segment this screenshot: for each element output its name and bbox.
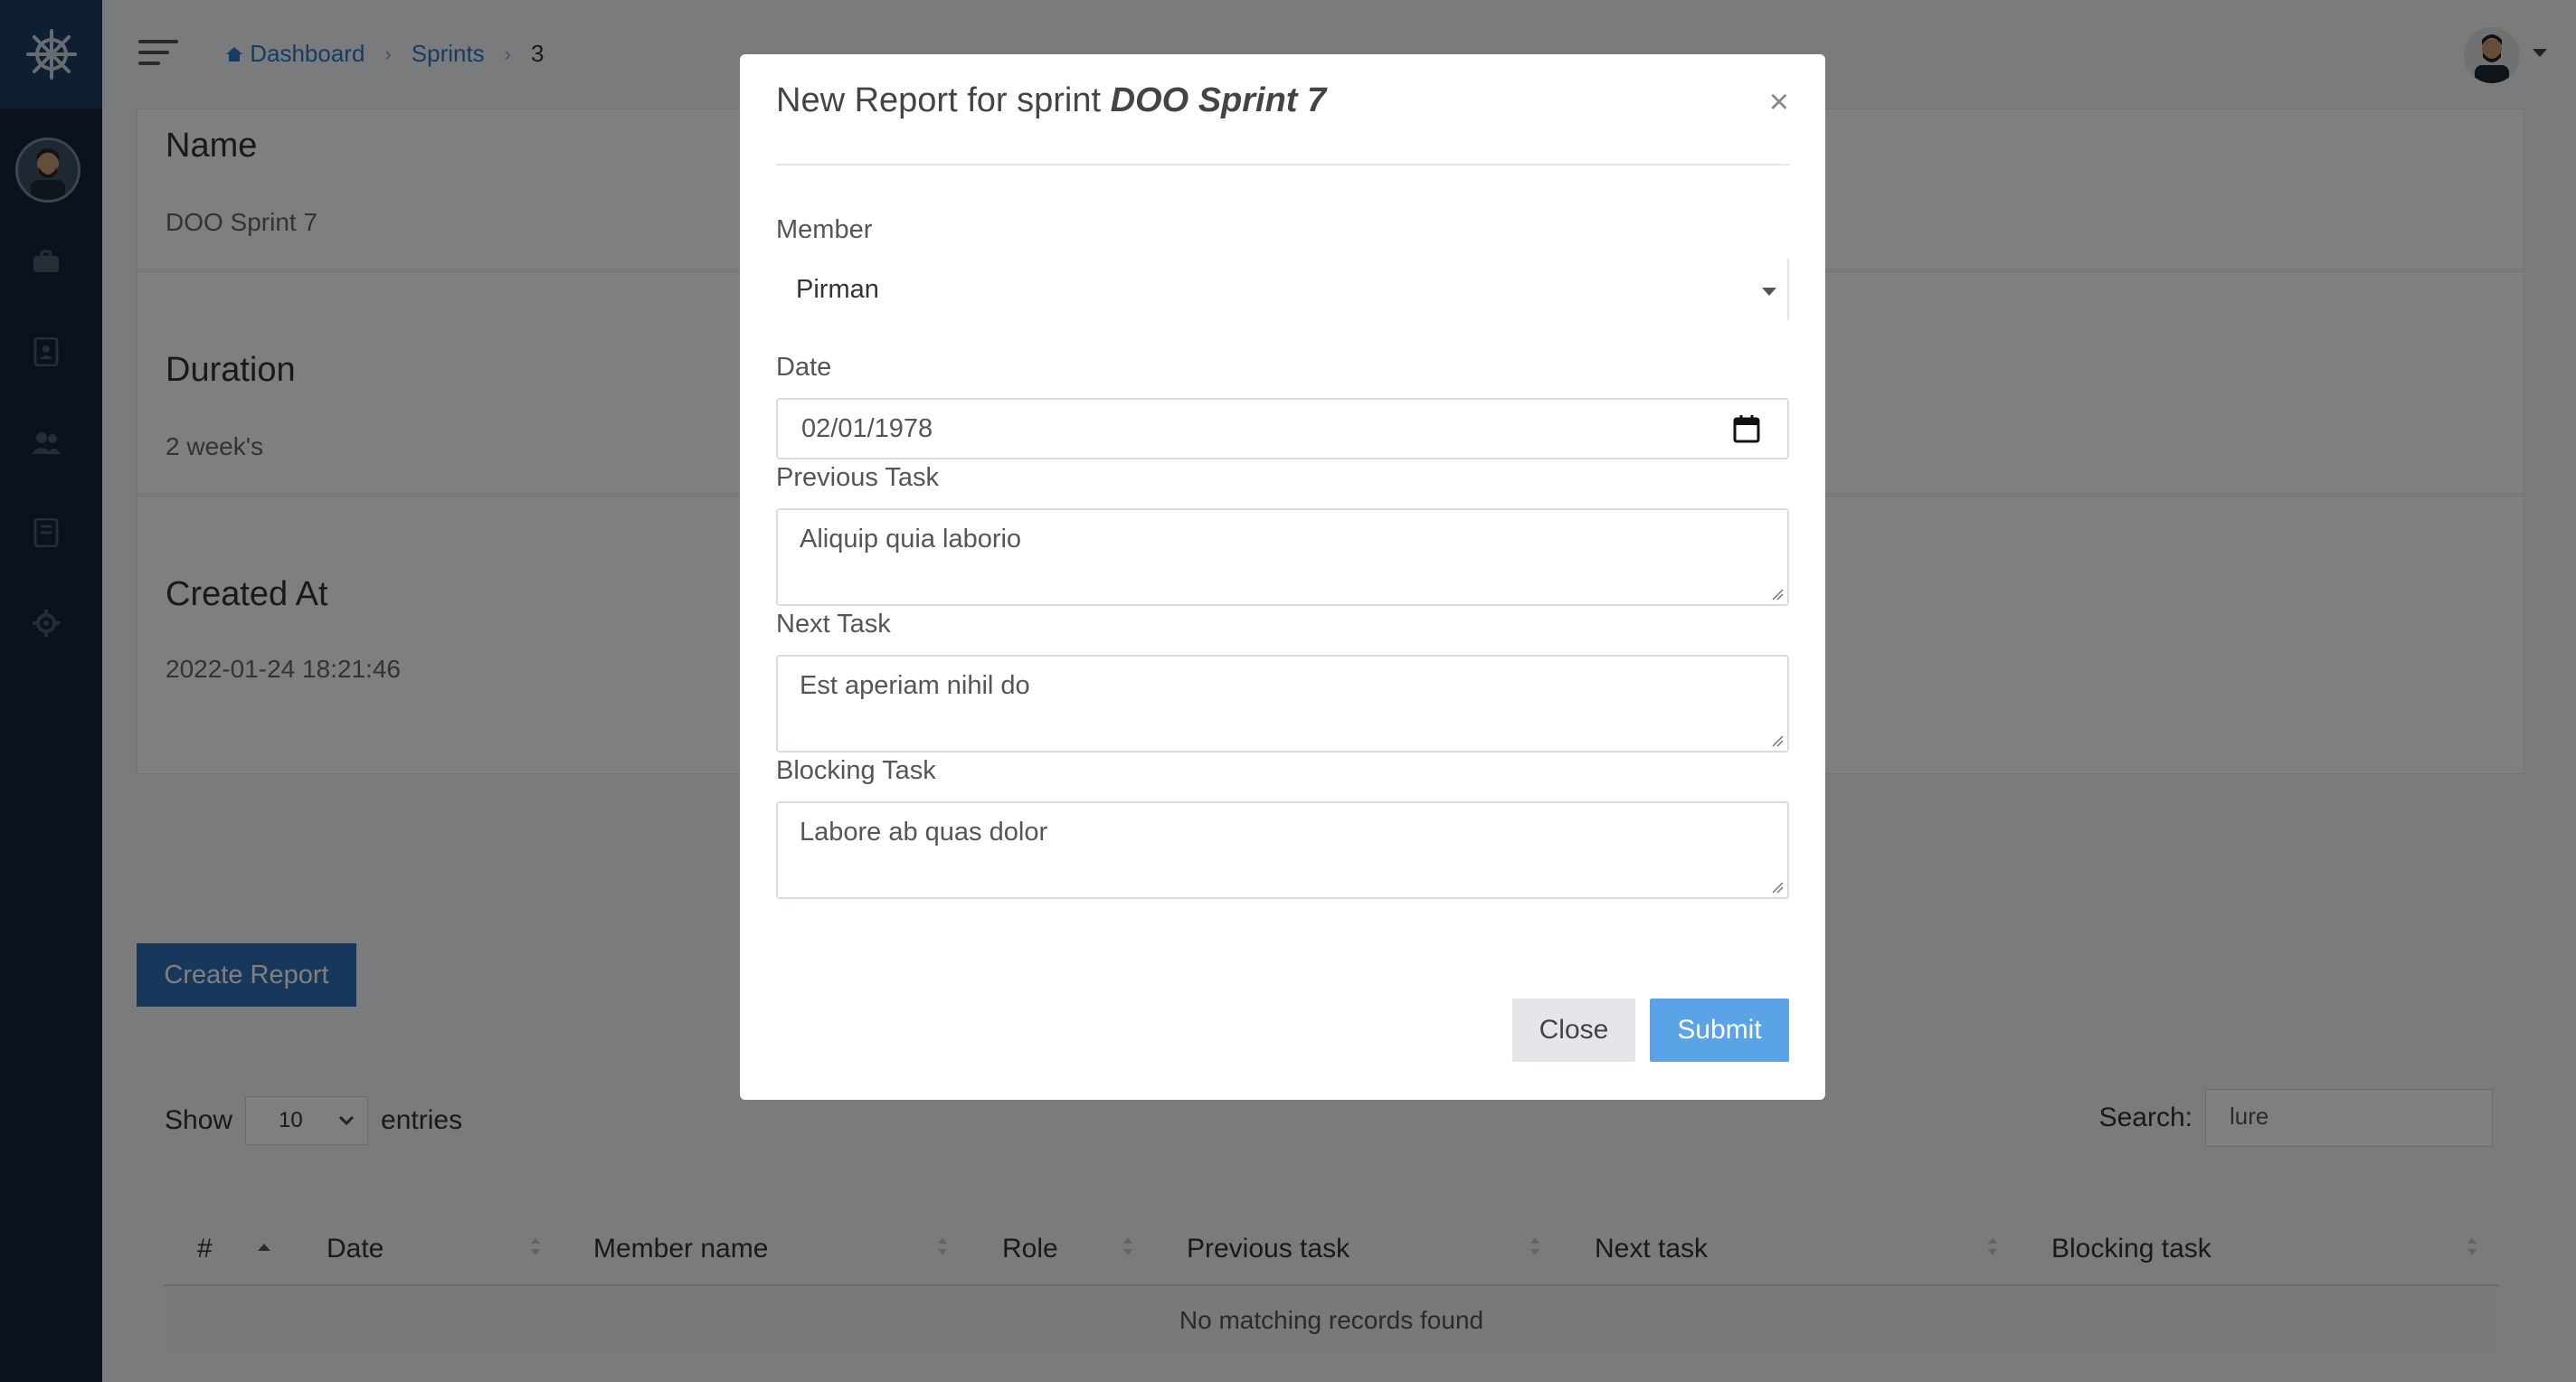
previous-task-label: Previous Task xyxy=(776,463,939,492)
modal-title-sprint: DOO Sprint 7 xyxy=(1110,81,1327,119)
resize-grip-icon[interactable] xyxy=(1771,881,1784,894)
close-button[interactable]: Close xyxy=(1512,999,1635,1062)
blocking-task-label: Blocking Task xyxy=(776,756,936,785)
submit-button[interactable]: Submit xyxy=(1650,999,1789,1062)
next-task-textarea[interactable]: Est aperiam nihil do xyxy=(776,655,1789,753)
blocking-task-textarea[interactable]: Labore ab quas dolor xyxy=(776,801,1789,899)
resize-grip-icon[interactable] xyxy=(1771,734,1784,747)
previous-task-value: Aliquip quia laborio xyxy=(800,525,1022,554)
modal-title-prefix: New Report for sprint xyxy=(776,81,1102,119)
date-input[interactable]: 02/01/1978 xyxy=(776,398,1789,459)
member-select[interactable]: Pirman xyxy=(776,259,1789,320)
resize-grip-icon[interactable] xyxy=(1771,588,1784,601)
blocking-task-value: Labore ab quas dolor xyxy=(800,818,1048,847)
modal-title: New Report for sprint DOO Sprint 7 xyxy=(776,81,1326,120)
close-icon[interactable]: × xyxy=(1769,85,1789,119)
next-task-label: Next Task xyxy=(776,610,891,639)
date-value: 02/01/1978 xyxy=(801,414,933,443)
previous-task-textarea[interactable]: Aliquip quia laborio xyxy=(776,508,1789,606)
caret-down-icon xyxy=(1762,288,1776,296)
member-value: Pirman xyxy=(796,275,879,304)
modal-divider xyxy=(776,164,1789,166)
new-report-modal: New Report for sprint DOO Sprint 7 × Mem… xyxy=(740,54,1825,1100)
date-label: Date xyxy=(776,353,832,382)
calendar-icon[interactable] xyxy=(1733,414,1760,443)
member-label: Member xyxy=(776,215,873,244)
next-task-value: Est aperiam nihil do xyxy=(800,671,1030,700)
